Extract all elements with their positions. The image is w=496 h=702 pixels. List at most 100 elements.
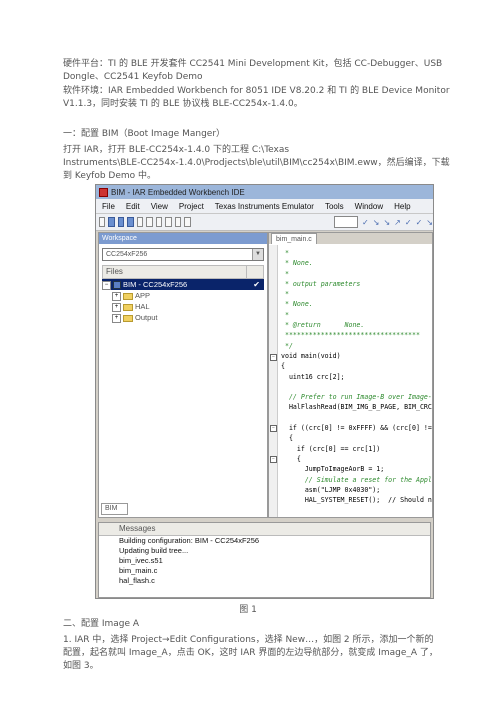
code-editor[interactable]: bim_main.c − − − * * None. * * output pa… <box>268 232 433 518</box>
menu-tools[interactable]: Tools <box>325 202 344 211</box>
chevron-down-icon[interactable]: ▼ <box>252 249 263 260</box>
undo-icon[interactable] <box>174 217 182 227</box>
copy-icon[interactable] <box>155 217 163 227</box>
code-line: if (crc[0] == crc[1]) <box>281 444 381 453</box>
code-line: * <box>281 269 289 278</box>
intro-paragraph: 硬件平台：TI 的 BLE 开发套件 CC2541 Mini Developme… <box>63 58 443 84</box>
code-line: * @return None. <box>281 321 365 330</box>
code-line: * <box>281 310 289 319</box>
cut-icon[interactable] <box>146 217 153 227</box>
code-line: * None. <box>281 259 313 268</box>
code-text: * * None. * * output parameters * * None… <box>281 248 432 505</box>
bookmark-icon[interactable]: ↘ <box>383 218 390 227</box>
ide-screenshot: BIM - IAR Embedded Workbench IDE File Ed… <box>95 184 434 599</box>
open-icon[interactable] <box>108 217 115 227</box>
fold-marker-icon[interactable]: − <box>270 456 277 463</box>
checkmark-icon: ✔ <box>253 280 260 289</box>
section1-line-2: Instruments\BLE-CC254x-1.4.0\Prodjects\b… <box>63 158 450 168</box>
menu-file[interactable]: File <box>102 202 115 211</box>
code-line: { <box>281 362 285 371</box>
expand-icon[interactable]: + <box>112 302 121 312</box>
section2-line-1: 1. IAR 中，选择 Project→Edit Configurations，… <box>63 635 434 645</box>
files-header-label: Files <box>106 267 123 276</box>
menu-edit[interactable]: Edit <box>126 202 140 211</box>
folder-icon <box>123 314 133 322</box>
iar-app-icon <box>99 187 108 197</box>
message-line: bim_ivec.s51 <box>119 556 163 565</box>
ide-title: BIM - IAR Embedded Workbench IDE <box>111 187 245 197</box>
code-line: uint16 crc[2]; <box>281 372 345 381</box>
ide-menubar: File Edit View Project Texas Instruments… <box>96 199 433 214</box>
menu-view[interactable]: View <box>151 202 168 211</box>
message-line: Building configuration: BIM - CC254xF256 <box>119 536 260 545</box>
code-line: { <box>281 454 301 463</box>
find-combo[interactable] <box>333 216 359 228</box>
tree-item-label: APP <box>135 291 151 300</box>
workspace-tab[interactable]: BIM <box>101 503 128 515</box>
message-line: bim_main.c <box>119 566 158 575</box>
tree-item-hal[interactable]: + HAL <box>102 301 264 312</box>
menu-emulator[interactable]: Texas Instruments Emulator <box>215 202 314 211</box>
expand-icon[interactable]: + <box>112 291 121 301</box>
section2-line-2: 配置，起名就叫 Image_A，点击 OK，这时 IAR 界面的左边导航部分，就… <box>63 648 438 658</box>
editor-tab[interactable]: bim_main.c <box>271 233 317 244</box>
code-line: { <box>281 434 293 443</box>
menu-help[interactable]: Help <box>394 202 410 211</box>
section2-paragraph: 二、配置 Image A 1. IAR 中，选择 Project→Edit Co… <box>63 618 438 673</box>
fold-marker-icon[interactable]: − <box>270 354 277 361</box>
next-bookmark-icon[interactable]: ✓ <box>416 218 423 227</box>
code-line: if ((crc[0] != 0xFFFF) && (crc[0] != <box>281 424 432 433</box>
folder-icon <box>123 303 133 311</box>
intro-line-1: 硬件平台：TI 的 BLE 开发套件 CC2541 Mini Developme… <box>63 59 443 69</box>
paste-icon[interactable] <box>165 217 172 227</box>
workspace-panel: Workspace CC254xF256 ▼ Files − BIM - CC25… <box>98 232 268 518</box>
folder-icon <box>123 292 133 300</box>
section2-line-3: 如图 3。 <box>63 661 99 671</box>
configuration-value: CC254xF256 <box>106 251 148 258</box>
configuration-select[interactable]: CC254xF256 ▼ <box>102 248 264 261</box>
section2-heading: 二、配置 Image A <box>63 619 140 629</box>
build-column-header <box>246 266 263 278</box>
tree-item-app[interactable]: + APP <box>102 290 264 301</box>
compile-icon[interactable]: ↘ <box>426 218 433 227</box>
tree-item-label: HAL <box>135 302 150 311</box>
navigate-icon[interactable]: ↗ <box>394 218 401 227</box>
intro-env-paragraph: 软件环境：IAR Embedded Workbench for 8051 IDE… <box>63 85 450 111</box>
code-line: HalFlashRead(BIM_IMG_B_PAGE, BIM_CRC <box>281 403 432 412</box>
code-line: * output parameters <box>281 279 361 288</box>
collapse-icon[interactable]: − <box>102 280 111 290</box>
tree-item-project[interactable]: − BIM - CC254xF256 ✔ <box>102 279 264 290</box>
menu-window[interactable]: Window <box>355 202 383 211</box>
code-line: void main(void) <box>281 351 341 360</box>
new-file-icon[interactable] <box>99 217 106 227</box>
project-icon <box>113 281 121 290</box>
editor-tabbar: bim_main.c <box>269 233 432 244</box>
save-all-icon[interactable] <box>127 217 134 227</box>
redo-icon[interactable] <box>184 217 191 227</box>
code-line: JumpToImageAorB = 1; <box>281 465 385 474</box>
intro-line-2: Dongle、CC2541 Keyfob Demo <box>63 72 203 82</box>
message-line: Updating build tree... <box>119 546 189 555</box>
section1-paragraph: 一：配置 BIM（Boot Image Manger） 打开 IAR，打开 BL… <box>63 128 450 183</box>
messages-panel: Messages Building configuration: BIM - C… <box>98 522 431 598</box>
section1-line-3: 到 Keyfob Demo 中。 <box>63 171 157 181</box>
section1-heading: 一：配置 BIM（Boot Image Manger） <box>63 129 226 139</box>
toggle-bookmark-icon[interactable]: ✓ <box>405 218 412 227</box>
section1-line-1: 打开 IAR，打开 BLE-CC254x-1.4.0 下的工程 C:\Texas <box>63 145 290 155</box>
workspace-title: Workspace <box>99 233 267 244</box>
code-line: ********************************** <box>281 331 420 340</box>
code-line: * <box>281 290 289 299</box>
code-line: // Simulate a reset for the Appl <box>281 475 432 484</box>
code-line: asm("LJMP 0x4030"); <box>281 485 381 494</box>
print-icon[interactable] <box>136 217 144 227</box>
goto-icon[interactable]: ↘ <box>373 218 380 227</box>
code-line: * <box>281 249 289 257</box>
tree-item-output[interactable]: + Output <box>102 312 264 323</box>
fold-marker-icon[interactable]: − <box>270 425 277 432</box>
find-icon[interactable]: ✓ <box>362 218 369 227</box>
expand-icon[interactable]: + <box>112 313 121 323</box>
save-icon[interactable] <box>117 217 125 227</box>
menu-project[interactable]: Project <box>179 202 204 211</box>
